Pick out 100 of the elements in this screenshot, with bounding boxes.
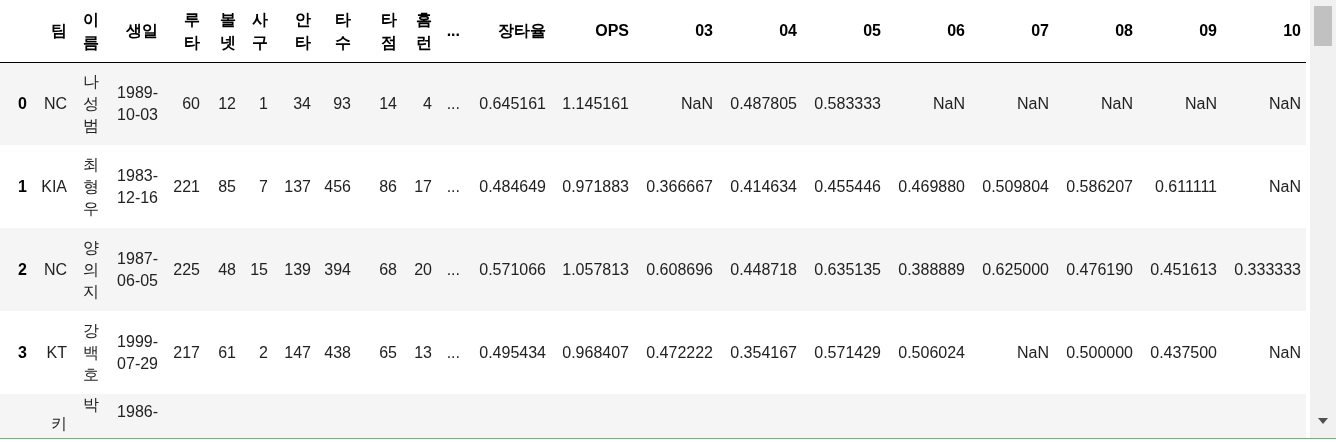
table-cell: 1.145161 bbox=[562, 94, 629, 112]
column-header: 팀 bbox=[51, 21, 67, 42]
scrollbar[interactable] bbox=[1310, 0, 1336, 438]
table-cell: 139 bbox=[284, 260, 311, 278]
table-cell-text: 1989-10-03 bbox=[116, 82, 158, 125]
table-cell: NC bbox=[43, 94, 67, 112]
table-cell: 0.625000 bbox=[982, 260, 1049, 278]
table-cell: 0.388889 bbox=[898, 260, 965, 278]
table-cell: 0.495434 bbox=[479, 343, 546, 361]
column-header: 타점 bbox=[380, 9, 397, 53]
table-cell-text: 최형우 bbox=[83, 154, 99, 219]
table-cell: 1 bbox=[259, 94, 268, 112]
table-cell: ... bbox=[446, 260, 460, 278]
table-cell: NC bbox=[43, 260, 67, 278]
table-cell: 1986- bbox=[117, 403, 158, 420]
column-header: 생일 bbox=[126, 21, 158, 42]
table-cell: 7 bbox=[259, 177, 268, 195]
column-header: 06 bbox=[947, 21, 965, 42]
table-cell: 61 bbox=[218, 343, 236, 361]
table-cell-text: 강백호 bbox=[83, 320, 99, 385]
table-cell: NaN bbox=[1269, 94, 1301, 112]
table-cell: NaN bbox=[1185, 94, 1217, 112]
table-cell-text: 나성범 bbox=[83, 71, 99, 136]
column-header: 05 bbox=[863, 21, 881, 42]
column-header: 09 bbox=[1199, 21, 1217, 42]
table-cell: 0.506024 bbox=[898, 343, 965, 361]
table-cell-text: 1983-12-16 bbox=[116, 165, 158, 208]
table-cell: 34 bbox=[293, 94, 311, 112]
table-cell: 17 bbox=[414, 177, 432, 195]
column-header: 10 bbox=[1283, 21, 1301, 42]
table-cell: 2 bbox=[259, 343, 268, 361]
column-header: 04 bbox=[779, 21, 797, 42]
table-cell: NaN bbox=[1101, 94, 1133, 112]
table-cell: 0.476190 bbox=[1066, 260, 1133, 278]
table-cell: 147 bbox=[284, 343, 311, 361]
table-cell: NaN bbox=[933, 94, 965, 112]
column-header: 장타율 bbox=[498, 21, 546, 42]
table-cell: KT bbox=[46, 343, 67, 361]
table-cell: 20 bbox=[414, 260, 432, 278]
table-cell: NaN bbox=[1269, 177, 1301, 195]
table-cell: 0.968407 bbox=[562, 343, 629, 361]
table-cell: NaN bbox=[1017, 343, 1049, 361]
table-cell: 15 bbox=[250, 260, 268, 278]
table-cell: 93 bbox=[333, 94, 351, 112]
table-cell: 0.414634 bbox=[730, 177, 797, 195]
table-cell: 0.583333 bbox=[814, 94, 881, 112]
table-cell: 0.645161 bbox=[479, 94, 546, 112]
table-cell: 137 bbox=[284, 177, 311, 195]
table-cell: 0.437500 bbox=[1150, 343, 1217, 361]
table-cell: 0.484649 bbox=[479, 177, 546, 195]
column-header: 볼넷 bbox=[219, 9, 236, 53]
column-header: 이름 bbox=[82, 9, 99, 53]
table-cell-text: 1999-07-29 bbox=[116, 331, 158, 374]
table-cell: 0.472222 bbox=[646, 343, 713, 361]
table-cell: ... bbox=[446, 343, 460, 361]
column-header: 안타 bbox=[294, 9, 311, 53]
table-cell: 0.455446 bbox=[814, 177, 881, 195]
table-cell: 85 bbox=[218, 177, 236, 195]
column-header: 홈런 bbox=[415, 9, 432, 53]
table-cell: 68 bbox=[379, 260, 397, 278]
table-cell: NaN bbox=[681, 94, 713, 112]
table-cell: 48 bbox=[218, 260, 236, 278]
table-cell: 박 bbox=[83, 396, 99, 413]
table-cell-text: 양의지 bbox=[83, 237, 99, 302]
table-cell: 456 bbox=[324, 177, 351, 195]
column-header: OPS bbox=[595, 21, 629, 42]
table-cell: 217 bbox=[173, 343, 200, 361]
table-cell: 0.366667 bbox=[646, 177, 713, 195]
table-cell: 1.057813 bbox=[562, 260, 629, 278]
table-cell: 0.354167 bbox=[730, 343, 797, 361]
table-cell-text: 1987-06-05 bbox=[116, 248, 158, 291]
table-cell: 4 bbox=[423, 94, 432, 112]
table-cell: ... bbox=[446, 94, 460, 112]
table-cell: NaN bbox=[1017, 94, 1049, 112]
table-cell: 0.608696 bbox=[646, 260, 713, 278]
table-cell: 0.469880 bbox=[898, 177, 965, 195]
scrollbar-thumb[interactable] bbox=[1314, 6, 1332, 46]
row-index: 0 bbox=[18, 94, 27, 112]
column-header: 03 bbox=[695, 21, 713, 42]
table-cell: 0.448718 bbox=[730, 260, 797, 278]
table-cell: 0.451613 bbox=[1150, 260, 1217, 278]
table-cell: 60 bbox=[182, 94, 200, 112]
column-header: 타수 bbox=[334, 9, 351, 53]
table-cell: 0.487805 bbox=[730, 94, 797, 112]
table-cell: 438 bbox=[324, 343, 351, 361]
table-cell: 0.333333 bbox=[1234, 260, 1301, 278]
table-cell: 0.971883 bbox=[562, 177, 629, 195]
table-cell: 13 bbox=[414, 343, 432, 361]
column-header: 사구 bbox=[251, 9, 268, 53]
column-header: 08 bbox=[1115, 21, 1133, 42]
table-cell: 12 bbox=[218, 94, 236, 112]
table-cell: NaN bbox=[1269, 343, 1301, 361]
table-cell: 86 bbox=[379, 177, 397, 195]
table-cell: 키 bbox=[51, 415, 67, 432]
scroll-down-icon[interactable] bbox=[1318, 418, 1328, 424]
table-cell: 0.571066 bbox=[479, 260, 546, 278]
table-cell: 0.611111 bbox=[1155, 177, 1217, 195]
table-cell: 225 bbox=[173, 260, 200, 278]
table-cell: 221 bbox=[173, 177, 200, 195]
table-cell: KIA bbox=[41, 177, 67, 195]
